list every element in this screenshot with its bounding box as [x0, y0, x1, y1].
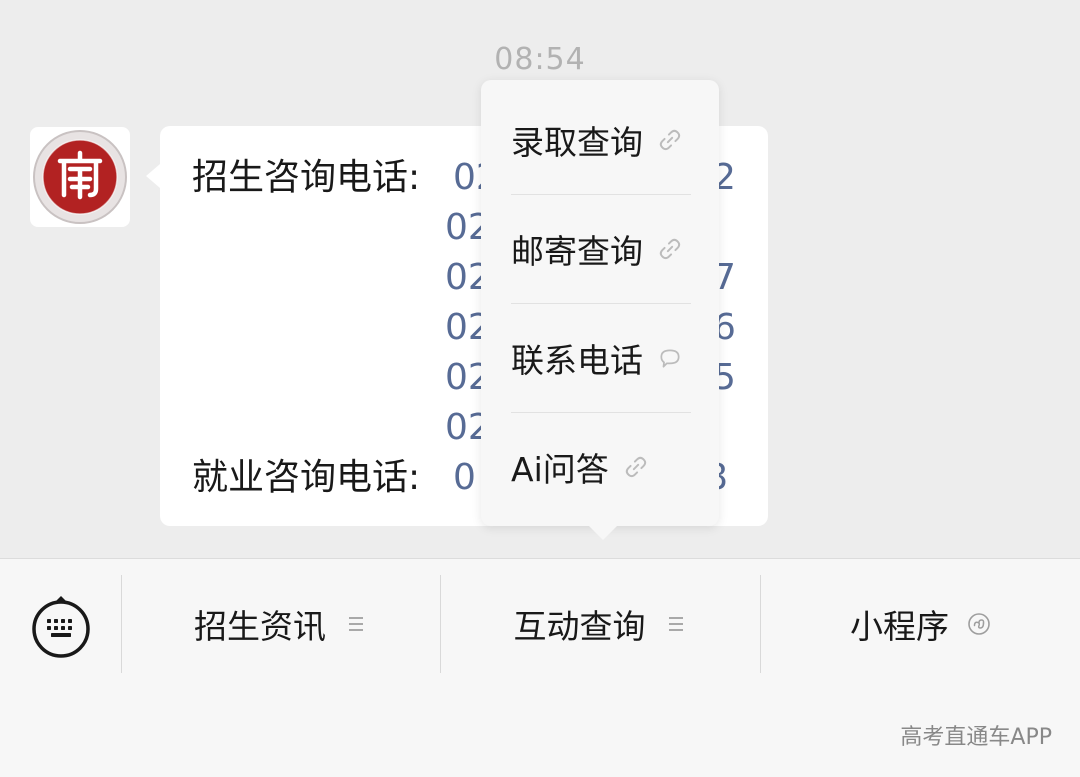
popup-item-label: 联系电话: [511, 341, 643, 380]
popup-item-label: Ai问答: [511, 450, 609, 489]
popup-arrow: [589, 526, 617, 540]
popup-item-mail-query[interactable]: 邮寄查询: [511, 195, 691, 303]
link-icon: [625, 456, 646, 478]
list-icon: [668, 617, 683, 631]
link-icon: [659, 129, 681, 151]
menu-tab-label: 招生资讯: [194, 607, 326, 646]
chat-area[interactable]: 08:54 招生咨询电话: 02 2 02 02 7 02 6 02 5 02 …: [0, 0, 1080, 558]
link-icon: [659, 238, 681, 260]
mini-program-icon: [968, 613, 990, 635]
popup-item-label: 邮寄查询: [511, 232, 643, 271]
menu-tab-mini-program[interactable]: 小程序: [761, 575, 1080, 673]
popup-item-admission-query[interactable]: 录取查询: [511, 86, 691, 194]
employment-phone-start[interactable]: 0: [453, 452, 476, 504]
school-logo-icon: [33, 130, 127, 224]
watermark: 高考直通车APP: [900, 725, 1052, 750]
menu-tab-interactive-query[interactable]: 互动查询: [441, 575, 760, 673]
popup-item-contact-phone[interactable]: 联系电话: [511, 304, 691, 412]
keyboard-toggle-button[interactable]: [30, 591, 92, 661]
popup-item-label: 录取查询: [511, 123, 643, 162]
employment-phone-label: 就业咨询电话:: [192, 457, 421, 498]
admission-phone-label: 招生咨询电话:: [192, 157, 421, 198]
menu-tab-label: 互动查询: [513, 607, 646, 646]
popup-item-ai-qa[interactable]: Ai问答: [511, 413, 691, 521]
submenu-popup: 录取查询 邮寄查询 联系电话 Ai问答: [481, 80, 719, 540]
message-timestamp: 08:54: [494, 42, 586, 77]
bubble-tail: [146, 164, 160, 188]
keyboard-icon: [32, 596, 90, 658]
chat-bubble-icon: [660, 349, 680, 368]
avatar[interactable]: [30, 127, 130, 227]
custom-menu-bar: 招生资讯 互动查询 小程序 高考直通车APP: [0, 558, 1080, 777]
menu-tab-admission-news[interactable]: 招生资讯: [122, 575, 440, 673]
menu-tab-label: 小程序: [850, 607, 949, 646]
list-icon: [349, 617, 363, 631]
